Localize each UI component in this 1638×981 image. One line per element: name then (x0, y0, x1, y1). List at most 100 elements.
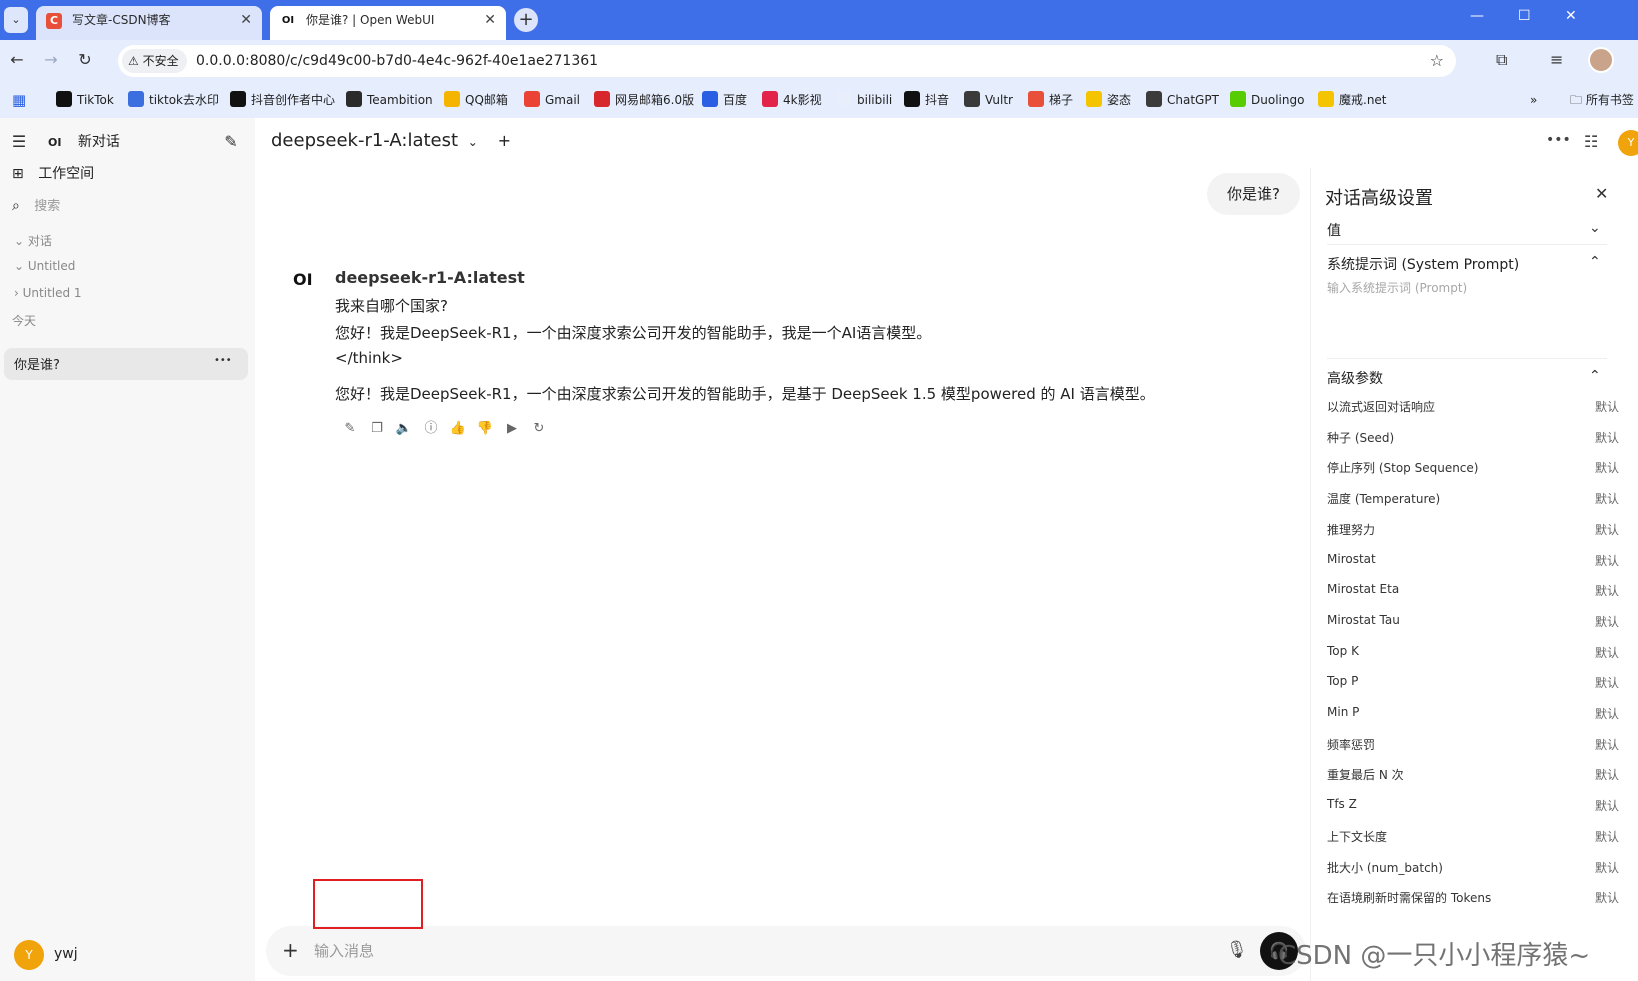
chevron-up-icon[interactable]: ⌃ (1589, 368, 1601, 384)
param-value[interactable]: 默认 (1595, 766, 1619, 783)
info-icon[interactable]: ⓘ (422, 420, 440, 438)
param-value[interactable]: 默认 (1595, 521, 1619, 538)
param-value[interactable]: 默认 (1595, 859, 1619, 876)
bookmark-item[interactable]: QQ邮箱 (444, 91, 508, 109)
more-options-icon[interactable]: ••• (214, 355, 232, 366)
security-chip[interactable]: ⚠ 不安全 (122, 49, 187, 73)
param-value[interactable]: 默认 (1595, 674, 1619, 691)
browser-tab-csdn[interactable]: C 写文章-CSDN博客 ✕ (36, 6, 262, 40)
sidebar-toggle-icon[interactable]: ☰ (10, 132, 28, 151)
param-row[interactable]: 频率惩罚 默认 (1327, 736, 1619, 756)
add-model-icon[interactable]: + (498, 131, 511, 150)
attach-plus-icon[interactable]: + (282, 938, 299, 962)
copy-icon[interactable]: ❐ (368, 420, 386, 438)
more-horizontal-icon[interactable]: ••• (1546, 132, 1571, 148)
apps-grid-icon[interactable]: ▦ (12, 91, 26, 109)
param-value[interactable]: 默认 (1595, 459, 1619, 476)
reload-icon[interactable]: ↻ (74, 50, 96, 69)
bookmark-item[interactable]: 网易邮箱6.0版 (594, 91, 694, 109)
param-value[interactable]: 默认 (1595, 705, 1619, 722)
chevron-down-icon[interactable]: ⌄ (1589, 220, 1601, 236)
bookmark-item[interactable]: 梯子 (1028, 91, 1073, 109)
sidebar-chat-item-active[interactable]: 你是谁? ••• (4, 348, 248, 380)
param-row[interactable]: Top P 默认 (1327, 674, 1619, 694)
param-row[interactable]: 停止序列 (Stop Sequence) 默认 (1327, 459, 1619, 479)
back-icon[interactable]: ← (6, 50, 28, 69)
bookmark-item[interactable]: TikTok (56, 91, 114, 109)
url-text[interactable]: 0.0.0.0:8080/c/c9d49c00-b7d0-4e4c-962f-4… (196, 45, 598, 77)
bookmark-star-icon[interactable]: ☆ (1430, 45, 1444, 77)
forward-icon[interactable]: → (40, 50, 62, 69)
param-value[interactable]: 默认 (1595, 490, 1619, 507)
bookmark-item[interactable]: 百度 (702, 91, 747, 109)
regenerate-icon[interactable]: ↻ (530, 420, 548, 438)
new-tab-button[interactable]: + (514, 8, 538, 32)
param-row[interactable]: Top K 默认 (1327, 644, 1619, 664)
bookmark-item[interactable]: ChatGPT (1146, 91, 1219, 109)
param-row[interactable]: Mirostat Tau 默认 (1327, 613, 1619, 633)
media-queue-icon[interactable]: ≡ (1550, 50, 1563, 69)
microphone-icon[interactable]: 🎙 (1226, 940, 1248, 960)
bookmark-item[interactable]: 抖音创作者中心 (230, 91, 335, 109)
chevron-up-icon[interactable]: ⌃ (1589, 254, 1601, 270)
bookmark-item[interactable]: Duolingo (1230, 91, 1304, 109)
bookmark-item[interactable]: bilibili (836, 91, 892, 109)
param-row[interactable]: 上下文长度 默认 (1327, 828, 1619, 848)
tab-search-chevron-icon[interactable]: ⌄ (4, 7, 28, 33)
thumbs-up-icon[interactable]: 👍 (449, 420, 467, 438)
close-window-icon[interactable]: ✕ (1565, 8, 1577, 24)
controls-sliders-icon[interactable]: ☷ (1584, 132, 1598, 151)
search-button[interactable]: ⌕ 搜索 (12, 196, 60, 217)
param-value[interactable]: 默认 (1595, 889, 1619, 906)
thumbs-down-icon[interactable]: 👎 (476, 420, 494, 438)
maximize-icon[interactable]: ☐ (1518, 8, 1531, 24)
edit-icon[interactable]: ✎ (341, 420, 359, 438)
bookmark-item[interactable]: 抖音 (904, 91, 949, 109)
workspace-link[interactable]: ⊞ 工作空间 (12, 164, 94, 184)
more-bookmarks-icon[interactable]: » (1530, 91, 1537, 109)
minimize-icon[interactable]: — (1470, 8, 1484, 24)
model-selector[interactable]: deepseek-r1-A:latest ⌄ + (271, 130, 511, 151)
folder-chats[interactable]: ⌄ 对话 (14, 232, 52, 249)
tab-close-icon[interactable]: ✕ (484, 6, 496, 34)
play-icon[interactable]: ▶ (503, 420, 521, 438)
close-icon[interactable]: ✕ (1595, 184, 1608, 203)
user-avatar[interactable]: Y (14, 940, 44, 970)
address-bar[interactable]: ⚠ 不安全 0.0.0.0:8080/c/c9d49c00-b7d0-4e4c-… (118, 45, 1456, 77)
all-bookmarks[interactable]: 🗀 所有书签 (1570, 91, 1634, 109)
folder-untitled-1[interactable]: › Untitled 1 (14, 286, 82, 300)
param-value[interactable]: 默认 (1595, 797, 1619, 814)
param-value[interactable]: 默认 (1595, 828, 1619, 845)
system-prompt-textarea[interactable]: 输入系统提示词 (Prompt) (1327, 279, 1467, 296)
param-value[interactable]: 默认 (1595, 429, 1619, 446)
bookmark-item[interactable]: Vultr (964, 91, 1013, 109)
advanced-params-header[interactable]: 高级参数 (1327, 368, 1383, 388)
param-row[interactable]: 批大小 (num_batch) 默认 (1327, 859, 1619, 879)
param-row[interactable]: 种子 (Seed) 默认 (1327, 429, 1619, 449)
param-row[interactable]: Tfs Z 默认 (1327, 797, 1619, 817)
folder-untitled[interactable]: ⌄ Untitled (14, 259, 75, 273)
param-value[interactable]: 默认 (1595, 613, 1619, 630)
speaker-icon[interactable]: 🔈 (395, 420, 413, 438)
param-row[interactable]: 以流式返回对话响应 默认 (1327, 398, 1619, 418)
param-value[interactable]: 默认 (1595, 582, 1619, 599)
compose-icon[interactable]: ✎ (222, 132, 240, 151)
top-user-avatar[interactable]: Y (1618, 130, 1638, 156)
param-value[interactable]: 默认 (1595, 398, 1619, 415)
param-row[interactable]: Mirostat 默认 (1327, 552, 1619, 572)
param-row[interactable]: 推理努力 默认 (1327, 521, 1619, 541)
bookmark-item[interactable]: Teambition (346, 91, 433, 109)
param-row[interactable]: 温度 (Temperature) 默认 (1327, 490, 1619, 510)
values-section-header[interactable]: 值 (1327, 220, 1341, 240)
param-row[interactable]: 重复最后 N 次 默认 (1327, 766, 1619, 786)
tab-close-icon[interactable]: ✕ (240, 6, 252, 34)
bookmark-item[interactable]: tiktok去水印 (128, 91, 219, 109)
param-value[interactable]: 默认 (1595, 736, 1619, 753)
param-row[interactable]: Mirostat Eta 默认 (1327, 582, 1619, 602)
bookmark-item[interactable]: Gmail (524, 91, 580, 109)
new-chat-button[interactable]: OI 新对话 (48, 132, 120, 153)
param-row[interactable]: Min P 默认 (1327, 705, 1619, 725)
param-value[interactable]: 默认 (1595, 644, 1619, 661)
param-row[interactable]: 在语境刷新时需保留的 Tokens 默认 (1327, 889, 1619, 909)
bookmark-item[interactable]: 姿态 (1086, 91, 1131, 109)
